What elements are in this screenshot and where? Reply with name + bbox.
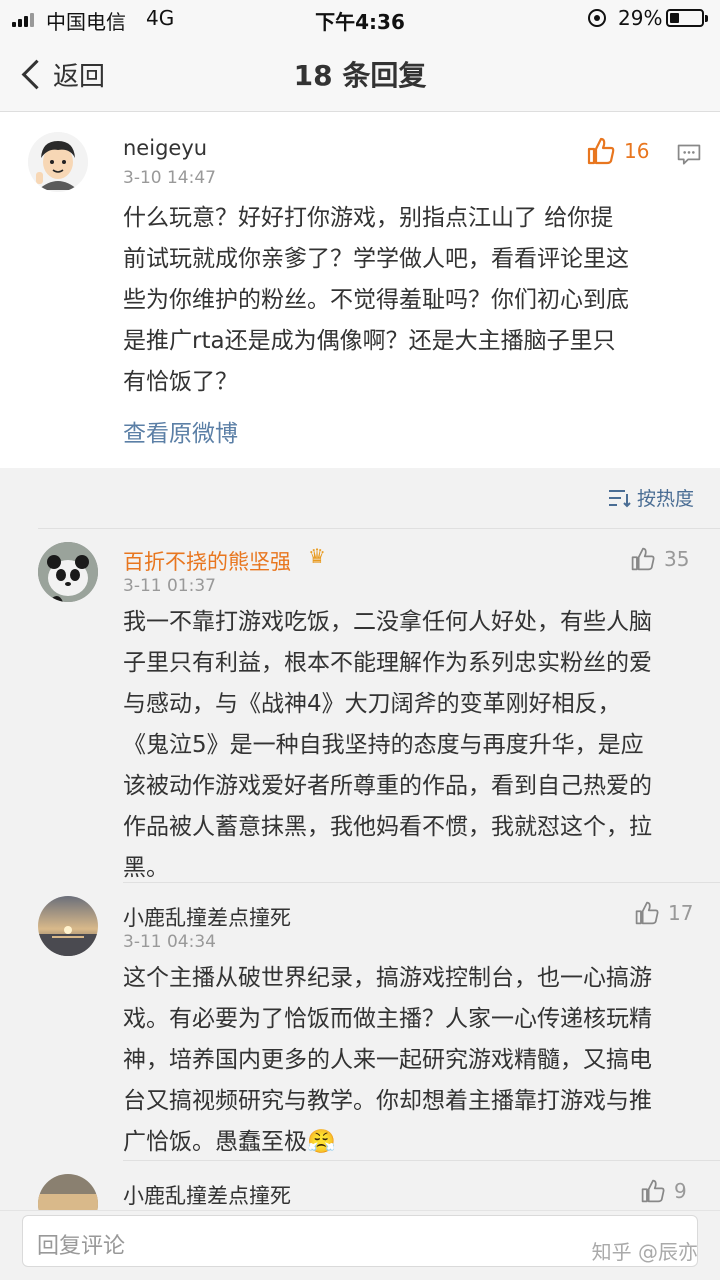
battery-percent: 29% — [618, 6, 663, 30]
thumbs-up-icon — [587, 137, 615, 165]
username[interactable]: 小鹿乱撞差点撞死 — [123, 902, 291, 932]
timestamp: 3-11 04:34 — [123, 932, 216, 952]
like-count: 9 — [674, 1179, 687, 1203]
avatar[interactable] — [38, 896, 98, 956]
divider — [123, 1160, 720, 1161]
username[interactable]: neigeyu — [123, 136, 207, 160]
reply-text: 我一不靠打游戏吃饭，二没拿任何人好处，有些人脑 子里只有利益，根本不能理解作为系… — [123, 609, 652, 881]
like-count: 16 — [624, 139, 650, 163]
cartoon-avatar-icon — [28, 132, 88, 192]
thumbs-up-icon — [641, 1179, 665, 1203]
crown-badge-icon: ♛ — [308, 544, 326, 568]
divider — [38, 528, 720, 529]
sort-label: 按热度 — [636, 488, 694, 510]
avatar[interactable] — [38, 542, 98, 602]
sunset-avatar-icon — [38, 1174, 98, 1210]
reply-list: 按热度 百折不挠的熊坚强 ♛ 3-11 01:37 35 我一不靠打游戏吃饭，二… — [0, 468, 720, 1210]
sort-icon — [608, 489, 631, 507]
clock: 下午4:36 — [315, 10, 405, 34]
username[interactable]: 小鹿乱撞差点撞死 — [123, 1180, 291, 1210]
like-button[interactable]: 17 — [634, 900, 693, 926]
thumbs-up-icon — [635, 901, 659, 925]
view-original-link[interactable]: 查看原微博 — [123, 414, 238, 448]
reply-text: 这个主播从破世界纪录，搞游戏控制台，也一心搞游 戏。有必要为了恰饭而做主播？人家… — [123, 965, 652, 1155]
sort-button[interactable]: 按热度 — [607, 484, 694, 511]
comment-text: 什么玩意？好好打你游戏，别指点江山了 给你提 前试玩就成你亲爹了？学学做人吧，看… — [123, 205, 629, 395]
avatar[interactable] — [38, 1174, 98, 1210]
sunset-avatar-icon — [38, 896, 98, 956]
like-button[interactable]: 35 — [630, 546, 689, 572]
battery-icon — [666, 9, 708, 27]
panda-avatar-icon — [38, 542, 98, 602]
username[interactable]: 百折不挠的熊坚强 — [123, 546, 291, 576]
thumbs-up-icon — [631, 547, 655, 571]
comment-icon — [677, 144, 701, 165]
page-title: 18 条回复 — [293, 59, 427, 92]
like-button[interactable]: 9 — [640, 1178, 687, 1204]
status-bar: 中国电信 4G 下午4:36 29% — [0, 0, 720, 36]
reply-button[interactable] — [676, 142, 702, 168]
like-button[interactable]: 16 — [586, 136, 649, 166]
timestamp: 3-10 14:47 — [123, 168, 216, 188]
avatar[interactable] — [28, 132, 88, 192]
nav-bar: 返回 18 条回复 — [0, 36, 720, 112]
rotation-lock-icon — [588, 9, 606, 27]
divider — [123, 882, 720, 883]
like-count: 17 — [668, 901, 694, 925]
watermark: 知乎 @辰亦 — [591, 1240, 698, 1264]
timestamp: 3-11 01:37 — [123, 576, 216, 596]
main-comment: neigeyu 3-10 14:47 16 什么玩意？好好打你游戏，别指点江山了… — [0, 112, 720, 468]
like-count: 35 — [664, 547, 690, 571]
